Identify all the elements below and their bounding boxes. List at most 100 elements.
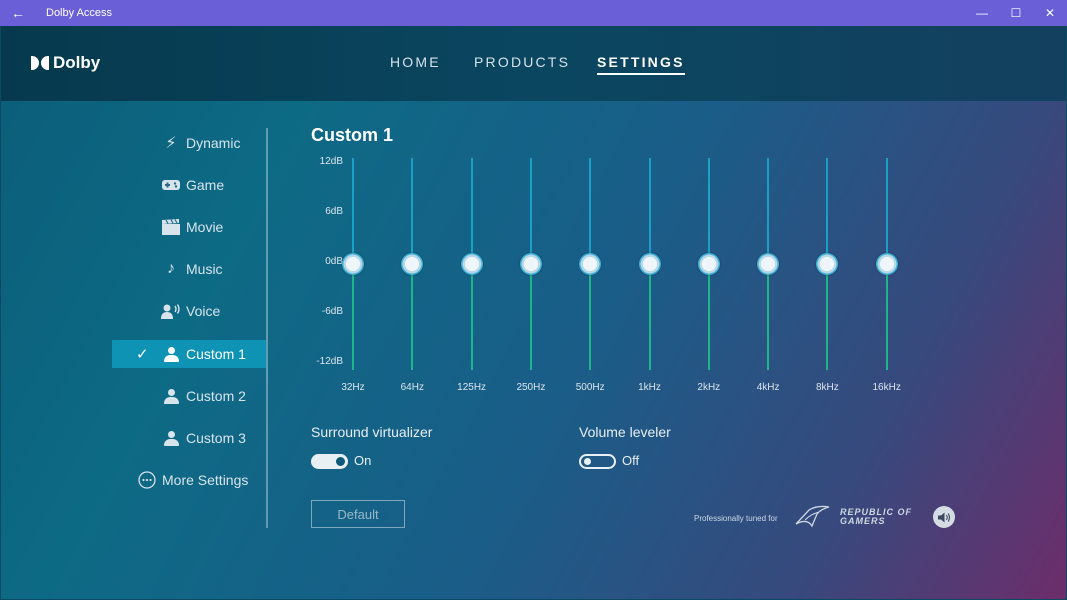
- checkmark-icon: ✓: [136, 346, 149, 363]
- gamepad-icon: [160, 174, 182, 196]
- eq-frequency-label: 250Hz: [516, 382, 546, 393]
- eq-slider-knob[interactable]: [757, 253, 780, 275]
- eq-track-lower[interactable]: [529, 264, 532, 370]
- sidebar-item-custom-3[interactable]: Custom 3: [112, 424, 266, 452]
- eq-track-lower[interactable]: [826, 264, 829, 370]
- eq-slider-knob[interactable]: [875, 253, 898, 275]
- eq-band: 4kHz: [748, 156, 788, 396]
- eq-frequency-label: 2kHz: [697, 382, 721, 393]
- more-settings-label: More Settings: [162, 472, 249, 488]
- rog-logo-icon: [795, 505, 830, 528]
- eq-track-upper[interactable]: [411, 158, 414, 264]
- app-window: Dolby HOME PRODUCTS SETTINGS ⚡ Dynamic G…: [1, 26, 1066, 599]
- eq-band: 250Hz: [511, 156, 551, 396]
- close-icon[interactable]: ✕: [1033, 0, 1067, 26]
- sidebar-item-label: Music: [186, 261, 223, 277]
- sidebar-item-dynamic[interactable]: ⚡ Dynamic: [112, 129, 266, 157]
- eq-track-upper[interactable]: [529, 158, 532, 264]
- app-header: Dolby HOME PRODUCTS SETTINGS: [1, 26, 1066, 101]
- eq-slider-knob[interactable]: [460, 253, 483, 275]
- nav-products[interactable]: PRODUCTS: [474, 54, 570, 70]
- brand-name: Dolby: [53, 53, 101, 72]
- sidebar-item-voice[interactable]: Voice: [112, 297, 266, 325]
- surround-virtualizer-toggle[interactable]: [311, 454, 348, 469]
- eq-frequency-label: 32Hz: [341, 382, 365, 393]
- eq-frequency-label: 500Hz: [575, 382, 605, 393]
- eq-frequency-label: 125Hz: [457, 382, 487, 393]
- sidebar-item-label: Custom 2: [186, 388, 246, 404]
- surround-virtualizer-state: On: [354, 453, 372, 468]
- default-button[interactable]: Default: [311, 500, 405, 528]
- eq-track-upper[interactable]: [826, 158, 829, 264]
- back-arrow-icon[interactable]: ←: [0, 0, 36, 26]
- sidebar-item-label: Dynamic: [186, 135, 241, 151]
- person-icon: [160, 385, 182, 407]
- lightning-icon: ⚡: [165, 135, 177, 152]
- eq-slider-knob[interactable]: [519, 253, 542, 275]
- sidebar-item-music[interactable]: ♪ Music: [112, 255, 266, 283]
- eq-slider-knob[interactable]: [342, 253, 364, 275]
- sidebar-item-label: Game: [186, 177, 225, 193]
- eq-track-upper[interactable]: [767, 158, 770, 264]
- eq-track-upper[interactable]: [885, 158, 888, 264]
- eq-track-upper[interactable]: [707, 158, 710, 264]
- sidebar-item-game[interactable]: Game: [112, 171, 266, 199]
- volume-leveler-state: Off: [622, 453, 640, 468]
- sidebar-item-custom-2[interactable]: Custom 2: [112, 382, 266, 410]
- volume-leveler-label: Volume leveler: [579, 424, 671, 440]
- eq-slider-knob[interactable]: [697, 253, 720, 275]
- maximize-icon[interactable]: ☐: [999, 0, 1033, 26]
- eq-track-lower[interactable]: [352, 264, 354, 370]
- eq-frequency-label: 4kHz: [756, 382, 780, 393]
- dolby-double-d-icon: [31, 56, 49, 70]
- eq-frequency-label: 64Hz: [400, 382, 424, 393]
- eq-track-lower[interactable]: [411, 264, 414, 370]
- surround-virtualizer-label: Surround virtualizer: [311, 424, 433, 440]
- sidebar-item-custom-1[interactable]: ✓ Custom 1: [112, 340, 266, 368]
- eq-track-upper[interactable]: [352, 158, 354, 264]
- eq-track-lower[interactable]: [707, 264, 710, 370]
- eq-frequency-label: 16kHz: [872, 382, 901, 393]
- equalizer: 12dB 6dB 0dB -6dB -12dB 32Hz 64Hz 125Hz 250Hz 500…: [301, 154, 941, 404]
- volume-leveler-toggle[interactable]: [579, 454, 616, 469]
- clapperboard-icon: [160, 216, 182, 238]
- dolby-logo: Dolby: [31, 53, 100, 73]
- person-icon: [160, 343, 182, 365]
- eq-track-lower[interactable]: [589, 264, 592, 370]
- eq-band: 1kHz: [630, 156, 670, 396]
- nav-home[interactable]: HOME: [390, 54, 441, 70]
- eq-track-lower[interactable]: [885, 264, 888, 370]
- eq-slider-knob[interactable]: [579, 253, 602, 275]
- eq-track-upper[interactable]: [648, 158, 651, 264]
- eq-track-upper[interactable]: [589, 158, 592, 264]
- speaker-icon[interactable]: [933, 506, 955, 528]
- eq-band: 500Hz: [570, 156, 610, 396]
- sidebar-item-label: Movie: [186, 219, 224, 235]
- eq-track-lower[interactable]: [767, 264, 770, 370]
- eq-band: 125Hz: [452, 156, 492, 396]
- minimize-icon[interactable]: —: [965, 0, 999, 26]
- more-settings-link[interactable]: More Settings: [112, 466, 266, 494]
- sidebar-divider: [266, 128, 268, 528]
- eq-frequency-label: 1kHz: [638, 382, 661, 393]
- eq-track-lower[interactable]: [648, 264, 651, 370]
- eq-band: 2kHz: [689, 156, 729, 396]
- sidebar-item-label: Voice: [186, 303, 221, 319]
- eq-band: 64Hz: [392, 156, 432, 396]
- window-title: Dolby Access: [46, 7, 113, 19]
- eq-track-lower[interactable]: [470, 264, 473, 370]
- eq-band: 32Hz: [333, 156, 373, 396]
- eq-slider-knob[interactable]: [638, 253, 661, 275]
- eq-slider-knob[interactable]: [816, 253, 839, 275]
- eq-track-upper[interactable]: [470, 158, 473, 264]
- more-dots-icon: [136, 469, 158, 491]
- sidebar-item-movie[interactable]: Movie: [112, 213, 266, 241]
- title-bar: ← Dolby Access — ☐ ✕: [0, 0, 1067, 26]
- rog-line-2: GAMERS: [840, 516, 886, 526]
- eq-band: 8kHz: [807, 156, 847, 396]
- sidebar-item-label: Custom 3: [186, 430, 246, 446]
- rog-text: REPUBLIC OF GAMERS: [840, 508, 912, 526]
- eq-slider-knob[interactable]: [401, 253, 424, 275]
- voice-icon: [160, 300, 182, 322]
- nav-settings[interactable]: SETTINGS: [597, 54, 685, 75]
